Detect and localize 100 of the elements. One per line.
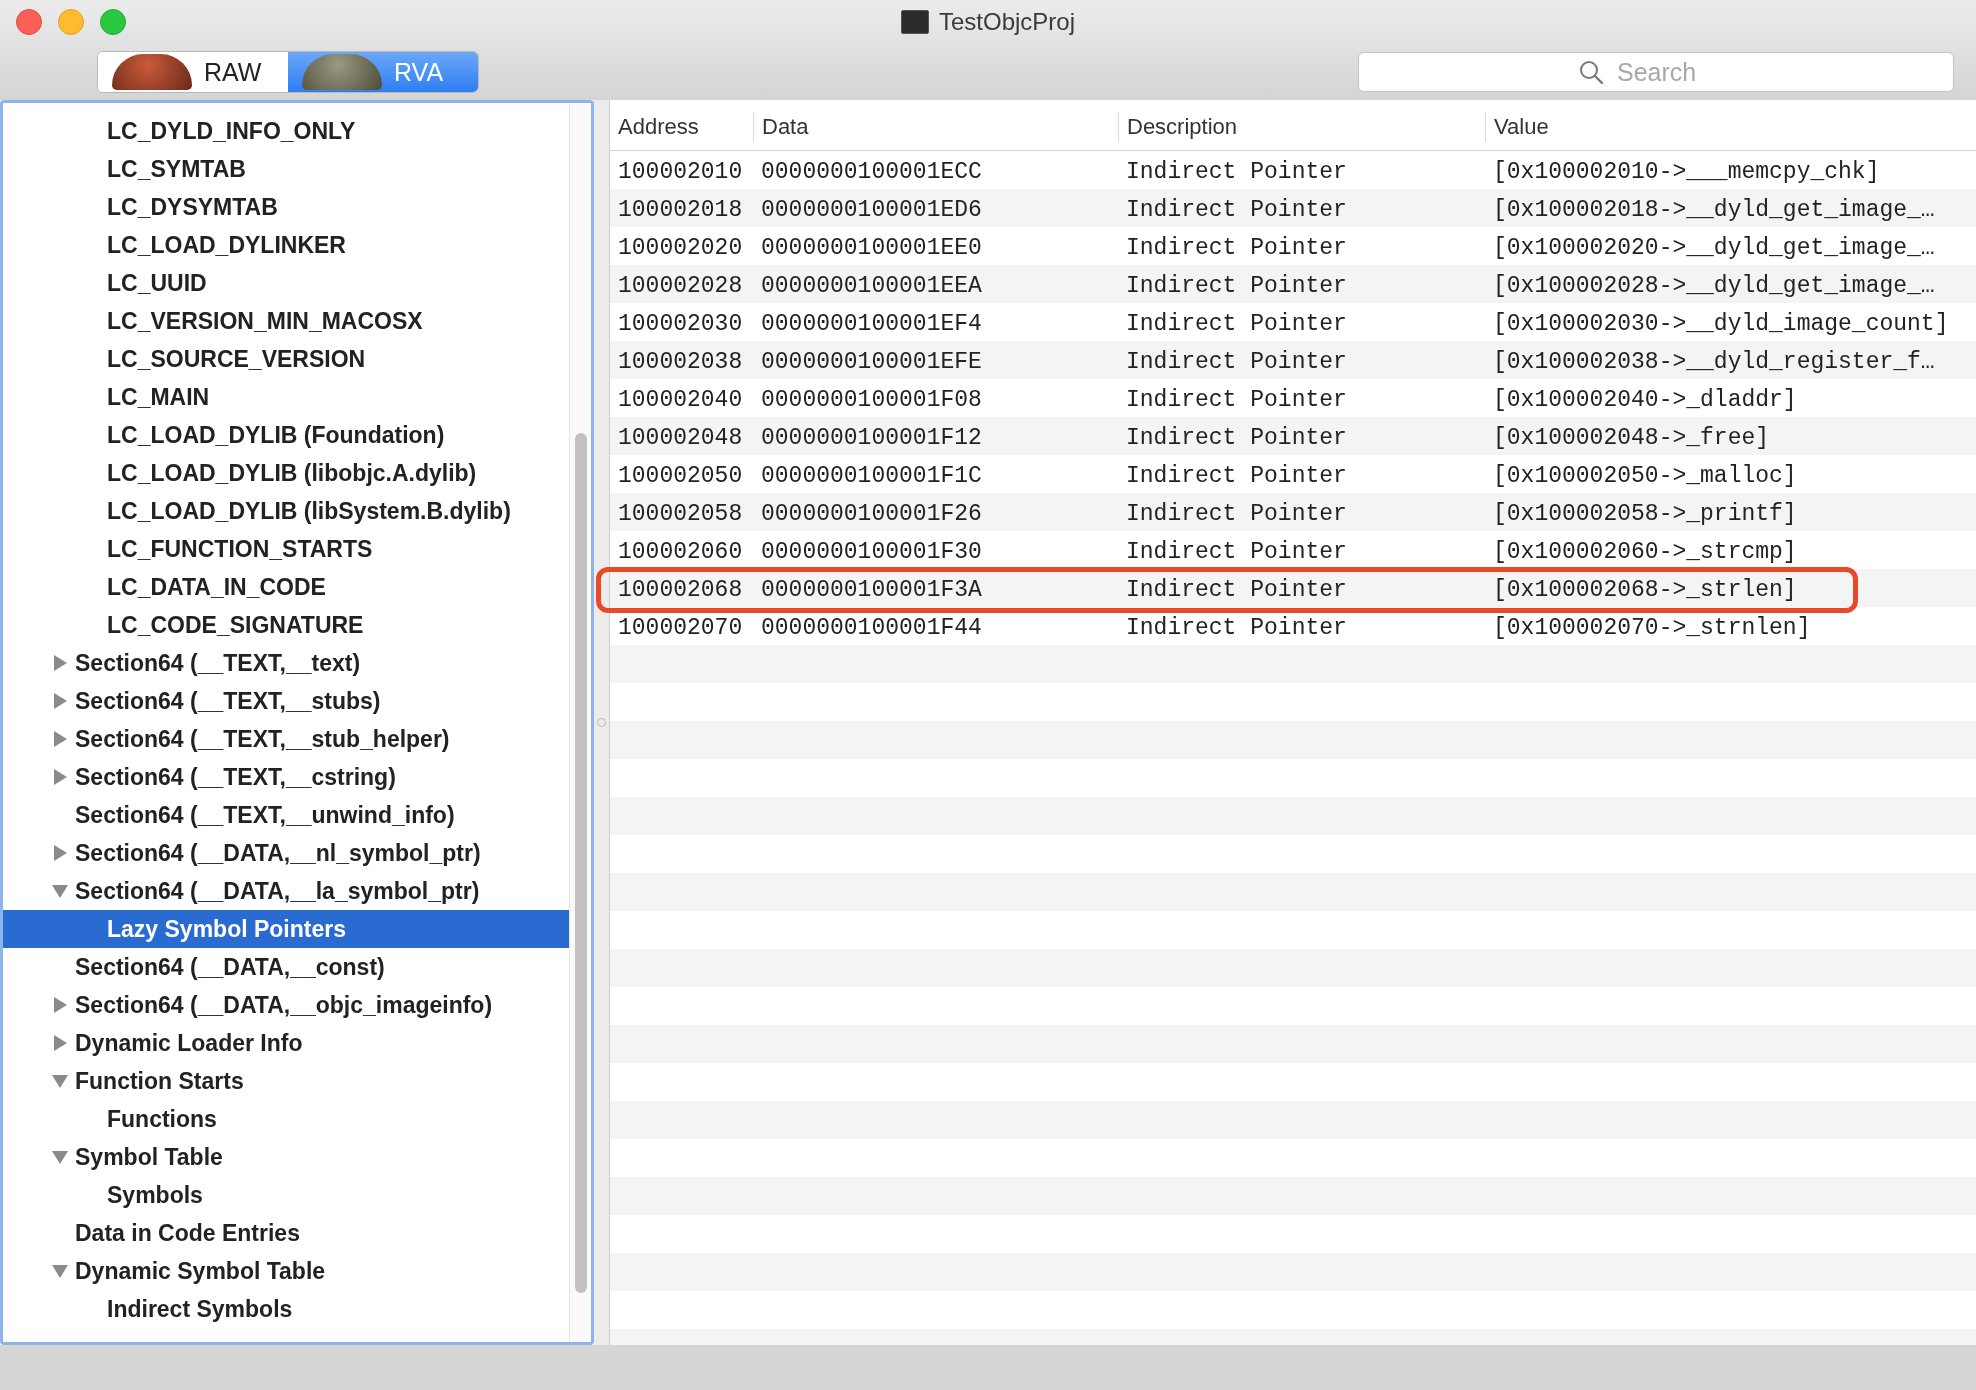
tree-item[interactable]: LC_DATA_IN_CODE bbox=[3, 568, 569, 606]
table-cell-text: 0000000100001F3A bbox=[760, 577, 983, 603]
table-cell-text: 0000000100001ED6 bbox=[760, 197, 983, 223]
table-cell-text: Indirect Pointer bbox=[1125, 159, 1348, 185]
tree-item[interactable]: LC_SYMTAB bbox=[3, 150, 569, 188]
tree-item[interactable]: LC_VERSION_MIN_MACOSX bbox=[3, 302, 569, 340]
table-cell-text: 100002028 bbox=[617, 273, 744, 299]
table-cell-text: [0x100002050->_malloc] bbox=[1492, 463, 1798, 489]
table-cell-text: Indirect Pointer bbox=[1125, 501, 1348, 527]
table-cell-text: 0000000100001EFE bbox=[760, 349, 983, 375]
table-cell-text: 100002030 bbox=[617, 311, 744, 337]
table-cell-text: 100002018 bbox=[617, 197, 744, 223]
tree-item[interactable]: LC_CODE_SIGNATURE bbox=[3, 606, 569, 644]
table-cell-text: 100002048 bbox=[617, 425, 744, 451]
table-cell-text: Indirect Pointer bbox=[1125, 235, 1348, 261]
table-cell-text: [0x100002018->__dyld_get_image_… bbox=[1492, 197, 1936, 223]
table-cell-text: [0x100002048->_free] bbox=[1492, 425, 1771, 451]
tree-item[interactable]: Functions bbox=[3, 1100, 569, 1138]
tree-item[interactable]: Function Starts bbox=[3, 1062, 569, 1100]
tree-item[interactable]: LC_LOAD_DYLIB (libobjc.A.dylib) bbox=[3, 454, 569, 492]
tree-item[interactable]: Section64 (__TEXT,__text) bbox=[3, 644, 569, 682]
disclosure-triangle-icon[interactable] bbox=[51, 731, 69, 747]
disclosure-triangle-icon[interactable] bbox=[51, 693, 69, 709]
table-cell-text: 0000000100001F08 bbox=[760, 387, 983, 413]
table-cell-text: [0x100002060->_strcmp] bbox=[1492, 539, 1798, 565]
tree-item[interactable]: LC_MAIN bbox=[3, 378, 569, 416]
tree-item[interactable]: LC_DYSYMTAB bbox=[3, 188, 569, 226]
table-cell-text: 100002070 bbox=[617, 615, 744, 641]
tree-item[interactable]: LC_DYLD_INFO_ONLY bbox=[3, 112, 569, 150]
tree-item[interactable]: Symbols bbox=[3, 1176, 569, 1214]
disclosure-triangle-icon[interactable] bbox=[51, 1149, 69, 1165]
column-header[interactable]: Address bbox=[610, 112, 753, 142]
table-cell-text: 100002040 bbox=[617, 387, 744, 413]
table-cell-text: [0x100002058->_printf] bbox=[1492, 501, 1798, 527]
tree-item[interactable]: Dynamic Loader Info bbox=[3, 1024, 569, 1062]
tree-item[interactable]: Section64 (__DATA,__la_symbol_ptr) bbox=[3, 872, 569, 910]
zoom-button[interactable] bbox=[100, 9, 126, 35]
table-cell-text: Indirect Pointer bbox=[1125, 425, 1348, 451]
tree-item[interactable]: Dynamic Symbol Table bbox=[3, 1252, 569, 1290]
scrollbar-thumb[interactable] bbox=[574, 433, 587, 1293]
tree-item[interactable]: Section64 (__DATA,__nl_symbol_ptr) bbox=[3, 834, 569, 872]
table-cell-text: 0000000100001F12 bbox=[760, 425, 983, 451]
minimize-button[interactable] bbox=[58, 9, 84, 35]
disclosure-triangle-icon[interactable] bbox=[51, 1073, 69, 1089]
table-cell-text: 100002010 bbox=[617, 159, 744, 185]
tree-item[interactable]: LC_LOAD_DYLIB (libSystem.B.dylib) bbox=[3, 492, 569, 530]
search-field[interactable]: Search bbox=[1358, 52, 1954, 92]
column-header[interactable]: Data bbox=[753, 112, 1118, 142]
tree-item[interactable]: Data in Code Entries bbox=[3, 1214, 569, 1252]
tree-item[interactable]: Section64 (__DATA,__const) bbox=[3, 948, 569, 986]
table-cell-text: 0000000100001EE0 bbox=[760, 235, 983, 261]
tree-item[interactable]: Indirect Symbols bbox=[3, 1290, 569, 1328]
table-cell-text: [0x100002030->__dyld_image_count] bbox=[1492, 311, 1950, 337]
tree-item[interactable]: Section64 (__TEXT,__stubs) bbox=[3, 682, 569, 720]
terminal-icon bbox=[900, 10, 929, 34]
disclosure-triangle-icon[interactable] bbox=[51, 1263, 69, 1279]
table-cell-text: 0000000100001F44 bbox=[760, 615, 983, 641]
tree-item[interactable]: LC_UUID bbox=[3, 264, 569, 302]
tree-item[interactable]: LC_SOURCE_VERSION bbox=[3, 340, 569, 378]
disclosure-triangle-icon[interactable] bbox=[51, 997, 69, 1013]
table-cell-text: 0000000100001EEA bbox=[760, 273, 983, 299]
column-header[interactable]: Value bbox=[1485, 112, 1976, 142]
tree-item[interactable]: LC_LOAD_DYLIB (Foundation) bbox=[3, 416, 569, 454]
segmented-control[interactable]: RAW RVA bbox=[97, 51, 479, 93]
table-cell-text: 0000000100001F30 bbox=[760, 539, 983, 565]
table-cell-text: Indirect Pointer bbox=[1125, 463, 1348, 489]
tree-item[interactable]: Symbol Table bbox=[3, 1138, 569, 1176]
table-cell-text: 0000000100001F26 bbox=[760, 501, 983, 527]
disclosure-triangle-icon[interactable] bbox=[51, 655, 69, 671]
table-cell-text: Indirect Pointer bbox=[1125, 311, 1348, 337]
tree-item[interactable]: Section64 (__TEXT,__cstring) bbox=[3, 758, 569, 796]
table-cell-text: 100002020 bbox=[617, 235, 744, 261]
tree-item[interactable]: Lazy Symbol Pointers bbox=[3, 910, 569, 948]
table-cell-text: 100002058 bbox=[617, 501, 744, 527]
table-cell-text: [0x100002040->_dladdr] bbox=[1492, 387, 1798, 413]
tree-item[interactable]: LC_LOAD_DYLINKER bbox=[3, 226, 569, 264]
tree-item[interactable]: Section64 (__TEXT,__stub_helper) bbox=[3, 720, 569, 758]
table-cell-text: [0x100002068->_strlen] bbox=[1492, 577, 1798, 603]
table-cell-text: [0x100002028->__dyld_get_image_… bbox=[1492, 273, 1936, 299]
disclosure-triangle-icon[interactable] bbox=[51, 1035, 69, 1051]
disclosure-triangle-icon[interactable] bbox=[51, 769, 69, 785]
table-cell-text: Indirect Pointer bbox=[1125, 349, 1348, 375]
window-title: TestObjcProj bbox=[938, 8, 1075, 36]
tree-item[interactable]: Section64 (__TEXT,__unwind_info) bbox=[3, 796, 569, 834]
table-cell-text: [0x100002038->__dyld_register_f… bbox=[1492, 349, 1936, 375]
table-cell-text: 100002038 bbox=[617, 349, 744, 375]
table-cell-text: [0x100002070->_strnlen] bbox=[1492, 615, 1812, 641]
table-cell-text: 0000000100001EF4 bbox=[760, 311, 983, 337]
table-cell-text: Indirect Pointer bbox=[1125, 197, 1348, 223]
table-cell-text: 0000000100001ECC bbox=[760, 159, 983, 185]
tree-item[interactable]: LC_FUNCTION_STARTS bbox=[3, 530, 569, 568]
disclosure-triangle-icon[interactable] bbox=[51, 883, 69, 899]
disclosure-triangle-icon[interactable] bbox=[51, 845, 69, 861]
table-cell-text: Indirect Pointer bbox=[1125, 539, 1348, 565]
table-cell-text: Indirect Pointer bbox=[1125, 273, 1348, 299]
tree-item[interactable]: Section64 (__DATA,__objc_imageinfo) bbox=[3, 986, 569, 1024]
table-cell-text: 0000000100001F1C bbox=[760, 463, 983, 489]
close-button[interactable] bbox=[16, 9, 42, 35]
column-header[interactable]: Description bbox=[1118, 112, 1485, 142]
table-cell-text: [0x100002020->__dyld_get_image_… bbox=[1492, 235, 1936, 261]
